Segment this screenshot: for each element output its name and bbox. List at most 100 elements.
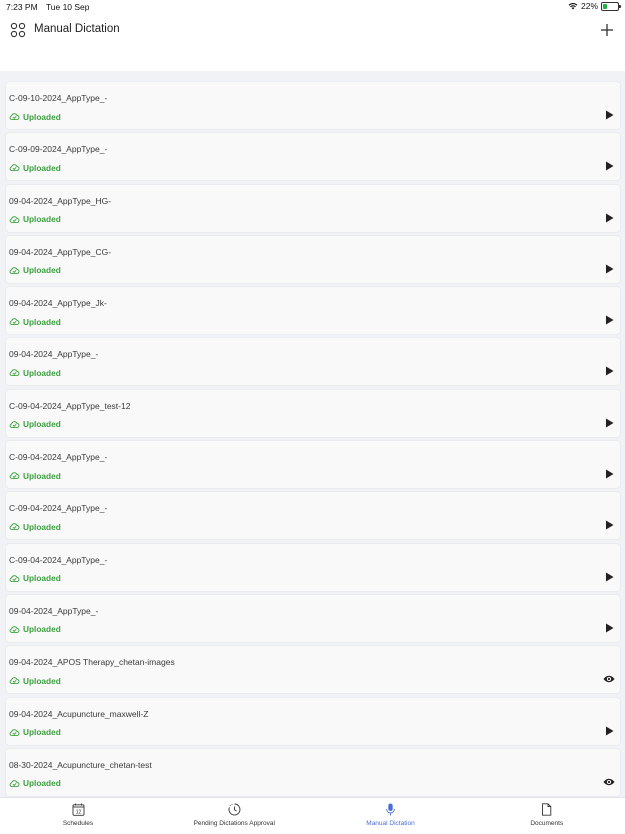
cloud-check-icon [9,626,20,633]
status-date: Tue 10 Sep [45,2,90,12]
add-icon[interactable] [599,22,615,38]
dictation-name: C-09-10-2024_AppType_- [9,93,108,103]
dictation-name: C-09-04-2024_AppType_- [9,554,108,565]
apps-grid-icon[interactable] [10,22,26,38]
dictation-name: 09-04-2024_AppType_HG- [9,195,112,206]
wifi-icon [568,3,578,10]
dictation-item[interactable]: 09-04-2024_AppType_Jk- Uploaded [6,287,620,335]
upload-status-label: Uploaded [23,727,61,738]
dictation-name: C-09-09-2024_AppType_- [9,144,108,155]
upload-status-label: Uploaded [23,111,61,122]
play-icon [605,623,613,633]
dictation-item[interactable]: C-09-04-2024_AppType_- Uploaded [6,492,620,540]
bottom-tab-bar: 12 Schedules Pending Dictations Approval Ma… [0,797,625,834]
cloud-check-icon [9,164,20,172]
dictation-item[interactable]: C-09-10-2024_AppType_- Uploaded [6,82,620,129]
upload-status-label: Uploaded [23,573,61,584]
tab-label: Manual Dictation [366,820,415,827]
clock-icon [228,803,241,816]
upload-status-label: Uploaded [23,367,61,378]
upload-status: Uploaded [9,419,61,430]
play-button[interactable] [603,160,615,172]
upload-status-label: Uploaded [23,624,61,635]
cloud-check-icon [9,215,20,223]
dictation-item[interactable]: C-09-04-2024_AppType_- Uploaded [6,543,620,591]
dictation-name: 09-04-2024_AppType_- [9,349,99,360]
battery-percent: 22% [580,1,598,11]
dictation-item[interactable]: 09-04-2024_AppType_CG- Uploaded [6,235,620,283]
cloud-check-icon [9,780,20,787]
upload-status-label: Uploaded [23,162,61,173]
cloud-check-icon [9,472,20,479]
upload-status: Uploaded [9,214,61,225]
play-button[interactable] [603,212,615,224]
play-button[interactable] [603,468,615,480]
dictation-item[interactable]: C-09-04-2024_AppType_test-12 Uploaded [6,389,620,437]
play-button[interactable] [603,365,615,377]
dictation-item[interactable]: 09-04-2024_AppType_- Uploaded [6,338,620,386]
dictation-item[interactable]: 09-04-2024_AppType_HG- Uploaded [6,184,620,232]
tab-documents[interactable]: Documents [469,798,625,834]
upload-status: Uploaded [9,265,61,276]
dictation-item[interactable]: 09-04-2024_APOS Therapy_chetan-images Upl… [6,646,620,694]
play-icon [605,418,613,428]
microphone-icon [386,803,395,816]
play-button[interactable] [603,725,615,737]
cloud-check-icon [9,421,20,428]
cloud-check-icon [9,523,20,531]
upload-status: Uploaded [9,624,61,635]
upload-status-label: Uploaded [23,316,61,327]
upload-status-label: Uploaded [23,675,61,686]
upload-status-label: Uploaded [23,778,61,789]
view-button[interactable] [603,776,615,788]
upload-status: Uploaded [9,367,61,378]
dictation-item[interactable]: C-09-09-2024_AppType_- Uploaded [6,133,620,181]
play-button[interactable] [603,314,615,326]
document-icon [542,803,552,816]
dictation-item[interactable]: 08-30-2024_Acupuncture_chetan-test Upload… [6,748,620,796]
play-icon [605,726,613,736]
calendar-icon: 12 [72,803,84,816]
app-header: Manual Dictation [0,14,625,71]
upload-status: Uploaded [9,111,61,122]
play-button[interactable] [603,263,615,275]
tab-pending-dictations-approval[interactable]: Pending Dictations Approval [156,798,312,834]
status-right: 22% [568,1,621,11]
upload-status-label: Uploaded [23,214,61,225]
cloud-check-icon [9,728,20,736]
upload-status: Uploaded [9,470,61,481]
upload-status-label: Uploaded [23,470,61,481]
play-button[interactable] [603,519,615,531]
cloud-check-icon [9,677,20,685]
dictation-name: 09-04-2024_AppType_Jk- [9,298,107,309]
play-button[interactable] [603,417,615,429]
play-button[interactable] [603,571,615,583]
battery-icon [601,1,621,11]
dictation-item[interactable]: C-09-04-2024_AppType_- Uploaded [6,441,620,489]
play-icon [605,366,613,376]
upload-status: Uploaded [9,316,61,327]
upload-status: Uploaded [9,778,61,789]
tab-label: Pending Dictations Approval [193,820,275,827]
play-button[interactable] [603,622,615,634]
play-button[interactable] [603,109,615,121]
play-icon [605,469,613,479]
tab-manual-dictation[interactable]: Manual Dictation [313,798,469,834]
view-button[interactable] [603,673,615,685]
upload-status: Uploaded [9,727,61,738]
play-icon [605,110,613,120]
dictation-item[interactable]: 09-04-2024_AppType_- Uploaded [6,594,620,642]
play-icon [605,315,613,325]
dictation-name: 09-04-2024_AppType_- [9,605,99,616]
play-icon [605,264,613,274]
tab-label: Schedules [62,820,94,827]
dictation-name: 09-04-2024_APOS Therapy_chetan-images [9,657,175,668]
tab-schedules[interactable]: 12 Schedules [0,798,156,834]
dictation-item[interactable]: 09-04-2024_Acupuncture_maxwell-Z Uploaded [6,697,620,745]
dictation-name: 09-04-2024_Acupuncture_maxwell-Z [9,708,149,719]
dictation-name: C-09-04-2024_AppType_- [9,452,108,463]
dictation-name: C-09-04-2024_AppType_- [9,503,108,514]
page-title: Manual Dictation [34,23,120,35]
dictation-name: C-09-04-2024_AppType_test-12 [9,400,131,411]
play-icon [605,161,613,171]
